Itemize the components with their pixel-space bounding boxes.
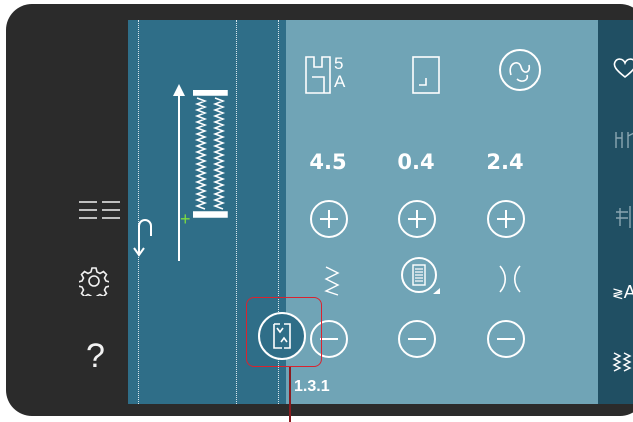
reverse-stitch-icon[interactable] <box>132 216 158 263</box>
highlight-callout-box <box>246 297 322 367</box>
left-toolbar: ? <box>6 4 128 416</box>
callout-line <box>289 367 291 422</box>
right-toolbar: ≷A <box>598 20 633 404</box>
minus-icon <box>320 338 338 340</box>
sewing-direction-line <box>178 95 180 261</box>
stitch-number: 1.3.1 <box>294 378 330 395</box>
minus-icon <box>497 338 515 340</box>
stitch-positioning-icon <box>496 264 524 294</box>
stitch-area-icon[interactable] <box>406 52 446 98</box>
stitch-width-value: 4.5 <box>309 150 347 174</box>
font-icon[interactable]: ≷A <box>612 282 633 303</box>
increase-density-button[interactable] <box>487 200 525 238</box>
stitch-length-value: 0.4 <box>397 150 435 174</box>
foot-number-label: 5 <box>334 54 344 73</box>
tie-off-icon[interactable] <box>612 128 633 157</box>
decrease-density-button[interactable] <box>487 320 525 358</box>
seam-guide-line <box>138 20 139 404</box>
font-label: A <box>623 282 633 302</box>
stitch-width-icon <box>320 264 344 298</box>
help-icon[interactable]: ? <box>86 339 105 373</box>
foot-letter-label: A <box>334 72 346 91</box>
minus-icon <box>408 338 426 340</box>
stitch-settings-panel: 5 A 4.5 0.4 2.4 1.3.1 <box>286 20 598 404</box>
stitch-sequencing-icon[interactable] <box>612 350 633 379</box>
increase-length-button[interactable] <box>398 200 436 238</box>
free-motion-icon[interactable] <box>496 46 544 94</box>
presser-foot-5a-icon[interactable]: 5 A <box>302 52 352 98</box>
cutter-icon[interactable] <box>612 204 633 235</box>
seam-guide-line <box>236 20 237 404</box>
sewing-screen: + 5 A 4.5 0.4 2.4 1.3.1 ≷A <box>128 20 633 404</box>
increase-width-button[interactable] <box>310 200 348 238</box>
buttonhole-stitch-preview <box>193 90 228 218</box>
menu-list-icon[interactable] <box>79 200 125 227</box>
needle-position-marker: + <box>180 209 191 229</box>
stitch-density-value: 2.4 <box>486 150 524 174</box>
stitch-density-icon[interactable] <box>400 256 442 298</box>
decrease-length-button[interactable] <box>398 320 436 358</box>
favorite-heart-icon[interactable] <box>612 56 633 85</box>
settings-gear-icon[interactable] <box>77 266 111 301</box>
